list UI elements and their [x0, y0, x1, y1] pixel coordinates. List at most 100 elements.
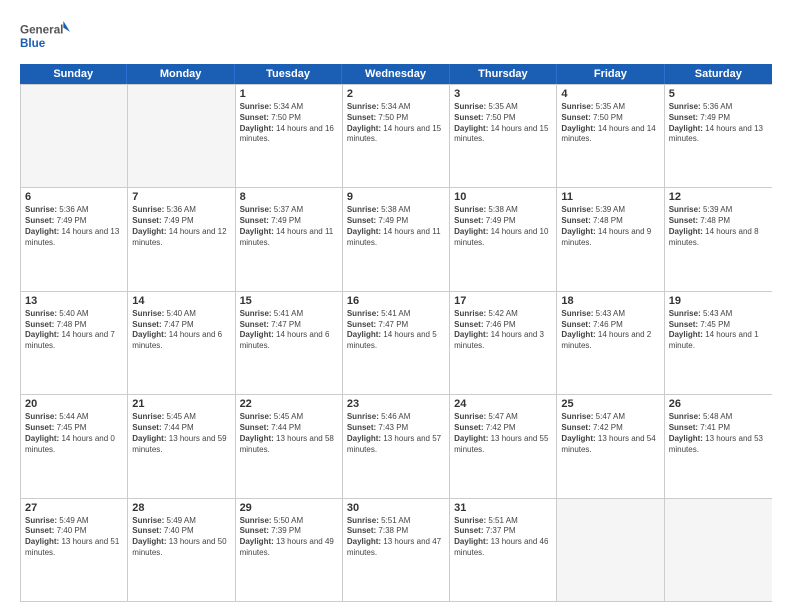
- svg-text:General: General: [20, 24, 63, 37]
- day-number: 3: [454, 88, 552, 100]
- cell-info: Sunrise: 5:38 AM Sunset: 7:49 PM Dayligh…: [454, 205, 552, 248]
- day-number: 28: [132, 502, 230, 514]
- empty-cell: [21, 85, 128, 187]
- day-cell-26: 26 Sunrise: 5:48 AM Sunset: 7:41 PM Dayl…: [665, 395, 772, 497]
- day-number: 25: [561, 398, 659, 410]
- day-number: 30: [347, 502, 445, 514]
- day-number: 10: [454, 191, 552, 203]
- day-cell-8: 8 Sunrise: 5:37 AM Sunset: 7:49 PM Dayli…: [236, 188, 343, 290]
- cell-info: Sunrise: 5:34 AM Sunset: 7:50 PM Dayligh…: [240, 102, 338, 145]
- day-number: 7: [132, 191, 230, 203]
- cell-info: Sunrise: 5:48 AM Sunset: 7:41 PM Dayligh…: [669, 412, 768, 455]
- day-number: 18: [561, 295, 659, 307]
- day-number: 4: [561, 88, 659, 100]
- cell-info: Sunrise: 5:35 AM Sunset: 7:50 PM Dayligh…: [561, 102, 659, 145]
- week-row-5: 27 Sunrise: 5:49 AM Sunset: 7:40 PM Dayl…: [21, 498, 772, 601]
- day-number: 15: [240, 295, 338, 307]
- logo-svg: General Blue: [20, 16, 70, 56]
- header-sunday: Sunday: [20, 64, 127, 84]
- day-cell-2: 2 Sunrise: 5:34 AM Sunset: 7:50 PM Dayli…: [343, 85, 450, 187]
- cell-info: Sunrise: 5:39 AM Sunset: 7:48 PM Dayligh…: [561, 205, 659, 248]
- day-cell-3: 3 Sunrise: 5:35 AM Sunset: 7:50 PM Dayli…: [450, 85, 557, 187]
- cell-info: Sunrise: 5:36 AM Sunset: 7:49 PM Dayligh…: [25, 205, 123, 248]
- day-cell-16: 16 Sunrise: 5:41 AM Sunset: 7:47 PM Dayl…: [343, 292, 450, 394]
- day-number: 31: [454, 502, 552, 514]
- day-cell-10: 10 Sunrise: 5:38 AM Sunset: 7:49 PM Dayl…: [450, 188, 557, 290]
- day-cell-30: 30 Sunrise: 5:51 AM Sunset: 7:38 PM Dayl…: [343, 499, 450, 601]
- day-number: 21: [132, 398, 230, 410]
- day-cell-27: 27 Sunrise: 5:49 AM Sunset: 7:40 PM Dayl…: [21, 499, 128, 601]
- day-number: 6: [25, 191, 123, 203]
- day-number: 27: [25, 502, 123, 514]
- day-cell-23: 23 Sunrise: 5:46 AM Sunset: 7:43 PM Dayl…: [343, 395, 450, 497]
- day-number: 29: [240, 502, 338, 514]
- day-cell-12: 12 Sunrise: 5:39 AM Sunset: 7:48 PM Dayl…: [665, 188, 772, 290]
- day-number: 19: [669, 295, 768, 307]
- header-friday: Friday: [557, 64, 664, 84]
- day-cell-4: 4 Sunrise: 5:35 AM Sunset: 7:50 PM Dayli…: [557, 85, 664, 187]
- header-saturday: Saturday: [665, 64, 772, 84]
- empty-cell: [557, 499, 664, 601]
- week-row-1: 1 Sunrise: 5:34 AM Sunset: 7:50 PM Dayli…: [21, 84, 772, 187]
- day-number: 9: [347, 191, 445, 203]
- cell-info: Sunrise: 5:40 AM Sunset: 7:48 PM Dayligh…: [25, 309, 123, 352]
- day-cell-15: 15 Sunrise: 5:41 AM Sunset: 7:47 PM Dayl…: [236, 292, 343, 394]
- day-cell-28: 28 Sunrise: 5:49 AM Sunset: 7:40 PM Dayl…: [128, 499, 235, 601]
- cell-info: Sunrise: 5:41 AM Sunset: 7:47 PM Dayligh…: [347, 309, 445, 352]
- day-number: 26: [669, 398, 768, 410]
- cell-info: Sunrise: 5:44 AM Sunset: 7:45 PM Dayligh…: [25, 412, 123, 455]
- day-number: 14: [132, 295, 230, 307]
- day-cell-11: 11 Sunrise: 5:39 AM Sunset: 7:48 PM Dayl…: [557, 188, 664, 290]
- day-cell-1: 1 Sunrise: 5:34 AM Sunset: 7:50 PM Dayli…: [236, 85, 343, 187]
- day-number: 23: [347, 398, 445, 410]
- svg-text:Blue: Blue: [20, 37, 46, 50]
- day-cell-6: 6 Sunrise: 5:36 AM Sunset: 7:49 PM Dayli…: [21, 188, 128, 290]
- calendar-body: 1 Sunrise: 5:34 AM Sunset: 7:50 PM Dayli…: [20, 84, 772, 602]
- cell-info: Sunrise: 5:46 AM Sunset: 7:43 PM Dayligh…: [347, 412, 445, 455]
- cell-info: Sunrise: 5:50 AM Sunset: 7:39 PM Dayligh…: [240, 516, 338, 559]
- cell-info: Sunrise: 5:39 AM Sunset: 7:48 PM Dayligh…: [669, 205, 768, 248]
- cell-info: Sunrise: 5:51 AM Sunset: 7:37 PM Dayligh…: [454, 516, 552, 559]
- calendar-header: Sunday Monday Tuesday Wednesday Thursday…: [20, 64, 772, 84]
- week-row-2: 6 Sunrise: 5:36 AM Sunset: 7:49 PM Dayli…: [21, 187, 772, 290]
- day-cell-25: 25 Sunrise: 5:47 AM Sunset: 7:42 PM Dayl…: [557, 395, 664, 497]
- cell-info: Sunrise: 5:37 AM Sunset: 7:49 PM Dayligh…: [240, 205, 338, 248]
- day-cell-13: 13 Sunrise: 5:40 AM Sunset: 7:48 PM Dayl…: [21, 292, 128, 394]
- day-cell-18: 18 Sunrise: 5:43 AM Sunset: 7:46 PM Dayl…: [557, 292, 664, 394]
- day-cell-17: 17 Sunrise: 5:42 AM Sunset: 7:46 PM Dayl…: [450, 292, 557, 394]
- cell-info: Sunrise: 5:41 AM Sunset: 7:47 PM Dayligh…: [240, 309, 338, 352]
- cell-info: Sunrise: 5:45 AM Sunset: 7:44 PM Dayligh…: [132, 412, 230, 455]
- calendar: Sunday Monday Tuesday Wednesday Thursday…: [20, 64, 772, 602]
- header-thursday: Thursday: [450, 64, 557, 84]
- cell-info: Sunrise: 5:45 AM Sunset: 7:44 PM Dayligh…: [240, 412, 338, 455]
- day-cell-5: 5 Sunrise: 5:36 AM Sunset: 7:49 PM Dayli…: [665, 85, 772, 187]
- cell-info: Sunrise: 5:47 AM Sunset: 7:42 PM Dayligh…: [454, 412, 552, 455]
- day-number: 22: [240, 398, 338, 410]
- week-row-3: 13 Sunrise: 5:40 AM Sunset: 7:48 PM Dayl…: [21, 291, 772, 394]
- day-cell-19: 19 Sunrise: 5:43 AM Sunset: 7:45 PM Dayl…: [665, 292, 772, 394]
- day-cell-21: 21 Sunrise: 5:45 AM Sunset: 7:44 PM Dayl…: [128, 395, 235, 497]
- day-cell-31: 31 Sunrise: 5:51 AM Sunset: 7:37 PM Dayl…: [450, 499, 557, 601]
- logo: General Blue: [20, 16, 70, 56]
- cell-info: Sunrise: 5:40 AM Sunset: 7:47 PM Dayligh…: [132, 309, 230, 352]
- cell-info: Sunrise: 5:36 AM Sunset: 7:49 PM Dayligh…: [669, 102, 768, 145]
- cell-info: Sunrise: 5:49 AM Sunset: 7:40 PM Dayligh…: [132, 516, 230, 559]
- day-number: 1: [240, 88, 338, 100]
- cell-info: Sunrise: 5:35 AM Sunset: 7:50 PM Dayligh…: [454, 102, 552, 145]
- header-wednesday: Wednesday: [342, 64, 449, 84]
- day-cell-9: 9 Sunrise: 5:38 AM Sunset: 7:49 PM Dayli…: [343, 188, 450, 290]
- day-cell-22: 22 Sunrise: 5:45 AM Sunset: 7:44 PM Dayl…: [236, 395, 343, 497]
- header-tuesday: Tuesday: [235, 64, 342, 84]
- cell-info: Sunrise: 5:36 AM Sunset: 7:49 PM Dayligh…: [132, 205, 230, 248]
- day-number: 12: [669, 191, 768, 203]
- empty-cell: [128, 85, 235, 187]
- day-number: 13: [25, 295, 123, 307]
- header-monday: Monday: [127, 64, 234, 84]
- day-number: 11: [561, 191, 659, 203]
- empty-cell: [665, 499, 772, 601]
- day-number: 24: [454, 398, 552, 410]
- day-number: 5: [669, 88, 768, 100]
- day-number: 20: [25, 398, 123, 410]
- cell-info: Sunrise: 5:34 AM Sunset: 7:50 PM Dayligh…: [347, 102, 445, 145]
- cell-info: Sunrise: 5:43 AM Sunset: 7:45 PM Dayligh…: [669, 309, 768, 352]
